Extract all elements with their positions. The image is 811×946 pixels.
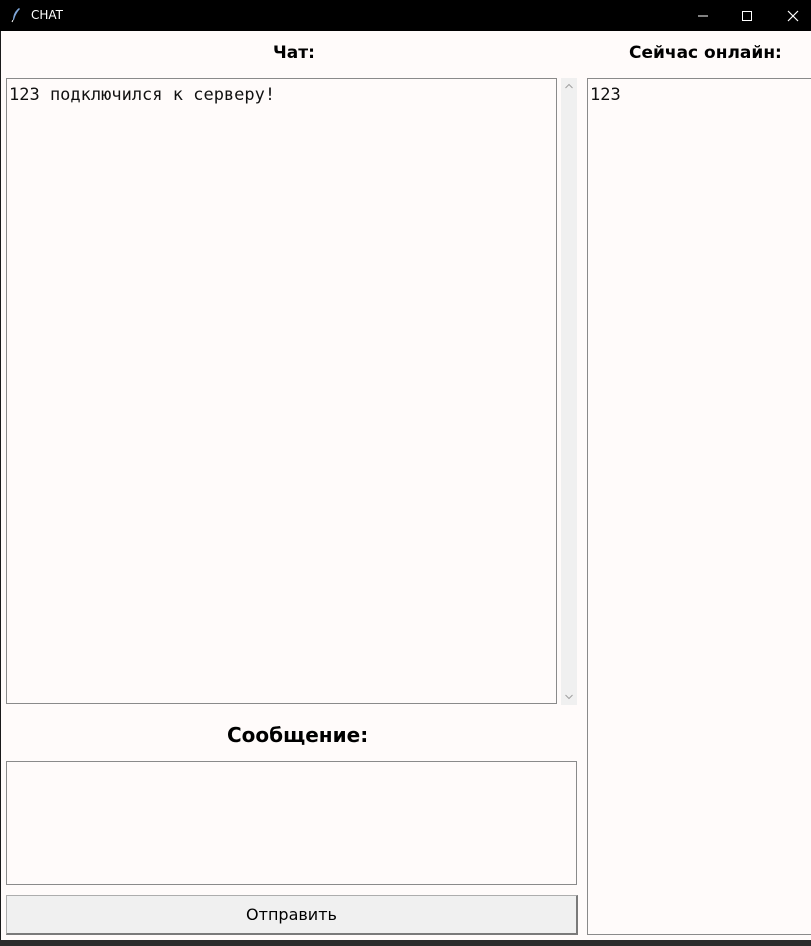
window-bottom-edge [0, 940, 811, 946]
title-bar[interactable]: CHAT [0, 0, 811, 31]
chevron-up-icon [565, 83, 573, 89]
maximize-icon [742, 10, 752, 21]
chat-log[interactable]: 123 подключился к серверу! [6, 78, 557, 704]
window-title: CHAT [31, 8, 64, 22]
online-users-list[interactable]: 123 [587, 78, 811, 935]
scroll-up-button[interactable] [561, 78, 577, 94]
online-user-item: 123 [590, 85, 621, 105]
chat-scrollbar[interactable] [561, 78, 577, 705]
feather-icon [10, 7, 22, 23]
online-label: Сейчас онлайн: [629, 43, 782, 63]
close-button[interactable] [770, 0, 811, 31]
send-button[interactable]: Отправить [6, 895, 578, 935]
chat-label: Чат: [273, 43, 315, 63]
minimize-icon [698, 15, 708, 16]
message-input[interactable] [6, 761, 577, 885]
message-label: Сообщение: [227, 723, 369, 747]
scroll-down-button[interactable] [561, 689, 577, 705]
chat-message: 123 подключился к серверу! [9, 85, 276, 105]
minimize-button[interactable] [680, 0, 726, 31]
maximize-button[interactable] [724, 0, 770, 31]
window-content: Чат: Сейчас онлайн: 123 подключился к се… [1, 31, 811, 940]
chevron-down-icon [565, 694, 573, 700]
close-icon [787, 10, 799, 21]
